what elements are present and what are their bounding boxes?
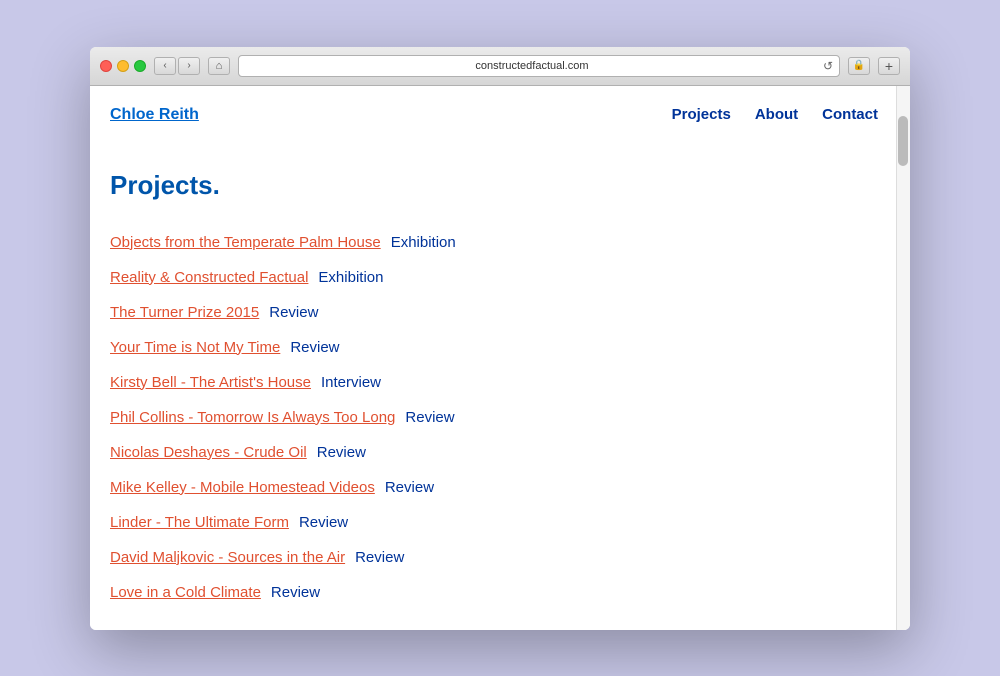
list-item: Nicolas Deshayes - Crude Oil Review bbox=[110, 435, 878, 470]
list-item: Kirsty Bell - The Artist's House Intervi… bbox=[110, 365, 878, 400]
project-link-5[interactable]: Kirsty Bell - The Artist's House bbox=[110, 372, 311, 393]
nav-about[interactable]: About bbox=[755, 106, 798, 123]
list-item: Linder - The Ultimate Form Review bbox=[110, 505, 878, 540]
project-link-4[interactable]: Your Time is Not My Time bbox=[110, 337, 280, 358]
project-type-2: Exhibition bbox=[318, 267, 383, 288]
project-link-10[interactable]: David Maljkovic - Sources in the Air bbox=[110, 547, 345, 568]
forward-button[interactable]: › bbox=[178, 57, 200, 75]
project-type-1: Exhibition bbox=[391, 232, 456, 253]
project-list: Objects from the Temperate Palm House Ex… bbox=[110, 225, 878, 610]
new-tab-button[interactable]: + bbox=[878, 57, 900, 75]
project-type-11: Review bbox=[271, 582, 320, 603]
list-item: Love in a Cold Climate Review bbox=[110, 575, 878, 610]
maximize-button[interactable] bbox=[134, 60, 146, 72]
address-bar-container[interactable]: ↺ bbox=[238, 55, 840, 77]
project-type-4: Review bbox=[290, 337, 339, 358]
main-content: Projects. Objects from the Temperate Pal… bbox=[110, 140, 878, 630]
close-button[interactable] bbox=[100, 60, 112, 72]
list-item: Your Time is Not My Time Review bbox=[110, 330, 878, 365]
list-item: Reality & Constructed Factual Exhibition bbox=[110, 260, 878, 295]
browser-chrome: ‹ › ⌂ ↺ 🔒 + bbox=[90, 47, 910, 86]
project-type-9: Review bbox=[299, 512, 348, 533]
project-type-8: Review bbox=[385, 477, 434, 498]
list-item: The Turner Prize 2015 Review bbox=[110, 295, 878, 330]
home-button[interactable]: ⌂ bbox=[208, 57, 230, 75]
security-button[interactable]: 🔒 bbox=[848, 57, 870, 75]
site-nav: Chloe Reith Projects About Contact bbox=[110, 86, 878, 140]
list-item: Mike Kelley - Mobile Homestead Videos Re… bbox=[110, 470, 878, 505]
project-type-6: Review bbox=[405, 407, 454, 428]
project-link-11[interactable]: Love in a Cold Climate bbox=[110, 582, 261, 603]
list-item: David Maljkovic - Sources in the Air Rev… bbox=[110, 540, 878, 575]
address-bar[interactable] bbox=[245, 60, 819, 72]
nav-links: Projects About Contact bbox=[672, 106, 878, 123]
project-link-7[interactable]: Nicolas Deshayes - Crude Oil bbox=[110, 442, 307, 463]
nav-contact[interactable]: Contact bbox=[822, 106, 878, 123]
scrollbar[interactable] bbox=[896, 86, 910, 630]
scrollbar-track bbox=[897, 86, 910, 630]
page-title: Projects. bbox=[110, 170, 878, 201]
back-button[interactable]: ‹ bbox=[154, 57, 176, 75]
scrollbar-handle[interactable] bbox=[898, 116, 908, 166]
nav-projects[interactable]: Projects bbox=[672, 106, 731, 123]
site-logo[interactable]: Chloe Reith bbox=[110, 106, 199, 124]
project-link-3[interactable]: The Turner Prize 2015 bbox=[110, 302, 259, 323]
traffic-lights bbox=[100, 60, 146, 72]
project-link-6[interactable]: Phil Collins - Tomorrow Is Always Too Lo… bbox=[110, 407, 395, 428]
project-link-1[interactable]: Objects from the Temperate Palm House bbox=[110, 232, 381, 253]
project-link-9[interactable]: Linder - The Ultimate Form bbox=[110, 512, 289, 533]
browser-window: ‹ › ⌂ ↺ 🔒 + Chloe Reith Projects About C… bbox=[90, 47, 910, 630]
website-inner: Chloe Reith Projects About Contact Proje… bbox=[90, 86, 910, 630]
nav-buttons: ‹ › bbox=[154, 57, 200, 75]
project-type-3: Review bbox=[269, 302, 318, 323]
minimize-button[interactable] bbox=[117, 60, 129, 72]
refresh-button[interactable]: ↺ bbox=[823, 59, 833, 73]
website-content: Chloe Reith Projects About Contact Proje… bbox=[90, 86, 910, 630]
list-item: Objects from the Temperate Palm House Ex… bbox=[110, 225, 878, 260]
project-type-5: Interview bbox=[321, 372, 381, 393]
list-item: Phil Collins - Tomorrow Is Always Too Lo… bbox=[110, 400, 878, 435]
project-link-8[interactable]: Mike Kelley - Mobile Homestead Videos bbox=[110, 477, 375, 498]
project-type-10: Review bbox=[355, 547, 404, 568]
project-type-7: Review bbox=[317, 442, 366, 463]
project-link-2[interactable]: Reality & Constructed Factual bbox=[110, 267, 308, 288]
